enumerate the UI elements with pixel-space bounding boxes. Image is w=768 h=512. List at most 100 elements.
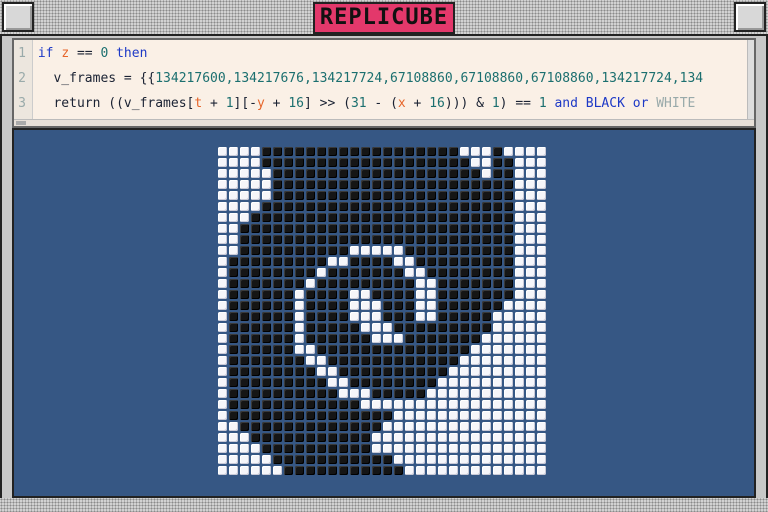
voxel-white <box>295 290 304 299</box>
voxel-grid[interactable] <box>218 147 548 477</box>
voxel-white <box>515 444 524 453</box>
voxel-white <box>372 301 381 310</box>
voxel-black <box>284 213 293 222</box>
voxel-white <box>471 147 480 156</box>
voxel-black <box>361 422 370 431</box>
editor-horizontal-scrollbar[interactable] <box>14 119 754 126</box>
voxel-white <box>218 444 227 453</box>
voxel-black <box>460 224 469 233</box>
voxel-white <box>504 466 513 475</box>
window-left-button[interactable] <box>2 2 34 32</box>
voxel-viewport[interactable] <box>12 128 756 498</box>
code-line[interactable]: 2 v_frames = {{134217600,134217676,13421… <box>14 67 742 91</box>
voxel-white <box>493 389 502 398</box>
voxel-black <box>493 279 502 288</box>
window-right-button[interactable] <box>734 2 766 32</box>
voxel-black <box>394 345 403 354</box>
voxel-black <box>383 224 392 233</box>
code-token: if <box>37 46 62 61</box>
voxel-white <box>515 290 524 299</box>
voxel-black <box>405 213 414 222</box>
voxel-white <box>427 400 436 409</box>
voxel-white <box>350 246 359 255</box>
voxel-white <box>416 466 425 475</box>
voxel-black <box>273 235 282 244</box>
voxel-black <box>339 400 348 409</box>
voxel-black <box>251 290 260 299</box>
voxel-black <box>471 191 480 200</box>
voxel-black <box>416 202 425 211</box>
voxel-black <box>383 158 392 167</box>
voxel-white <box>515 268 524 277</box>
voxel-black <box>328 180 337 189</box>
voxel-white <box>229 180 238 189</box>
voxel-black <box>460 268 469 277</box>
editor-scroll-thumb[interactable] <box>16 121 26 125</box>
code-line[interactable]: 3 return ((v_frames[t + 1][-y + 16] >> (… <box>14 92 742 116</box>
voxel-white <box>537 246 546 255</box>
code-token: ] >> ( <box>303 96 351 111</box>
voxel-black <box>284 147 293 156</box>
voxel-white <box>328 367 337 376</box>
voxel-white <box>482 444 491 453</box>
voxel-white <box>361 246 370 255</box>
voxel-black <box>460 246 469 255</box>
voxel-black <box>251 345 260 354</box>
voxel-black <box>262 213 271 222</box>
voxel-black <box>284 202 293 211</box>
voxel-black <box>306 323 315 332</box>
voxel-black <box>460 213 469 222</box>
voxel-white <box>218 147 227 156</box>
code-line[interactable]: 1 if z == 0 then <box>14 42 742 66</box>
voxel-black <box>284 378 293 387</box>
voxel-white <box>361 290 370 299</box>
voxel-black <box>449 279 458 288</box>
voxel-black <box>273 180 282 189</box>
voxel-black <box>339 345 348 354</box>
voxel-white <box>328 257 337 266</box>
voxel-black <box>405 378 414 387</box>
voxel-white <box>526 334 535 343</box>
voxel-black <box>317 378 326 387</box>
voxel-white <box>405 433 414 442</box>
voxel-black <box>405 169 414 178</box>
voxel-white <box>361 400 370 409</box>
voxel-black <box>284 191 293 200</box>
code-editor[interactable]: 1 if z == 0 then 2 v_frames = {{134217600… <box>12 38 756 128</box>
app-title: REPLICUBE <box>313 2 455 34</box>
voxel-white <box>240 466 249 475</box>
voxel-black <box>262 279 271 288</box>
voxel-black <box>273 290 282 299</box>
voxel-white <box>218 301 227 310</box>
voxel-black <box>438 158 447 167</box>
voxel-black <box>229 301 238 310</box>
voxel-white <box>218 158 227 167</box>
voxel-black <box>339 334 348 343</box>
voxel-black <box>295 224 304 233</box>
voxel-white <box>295 345 304 354</box>
voxel-black <box>306 378 315 387</box>
voxel-black <box>317 411 326 420</box>
voxel-black <box>306 202 315 211</box>
voxel-black <box>273 389 282 398</box>
voxel-black <box>460 169 469 178</box>
voxel-black <box>416 235 425 244</box>
voxel-white <box>229 235 238 244</box>
voxel-black <box>394 367 403 376</box>
voxel-black <box>328 202 337 211</box>
voxel-black <box>427 323 436 332</box>
editor-vertical-scrollbar[interactable] <box>747 40 754 126</box>
voxel-black <box>295 433 304 442</box>
voxel-black <box>504 180 513 189</box>
voxel-white <box>471 356 480 365</box>
voxel-black <box>350 422 359 431</box>
voxel-black <box>240 422 249 431</box>
voxel-white <box>537 323 546 332</box>
voxel-black <box>482 213 491 222</box>
voxel-white <box>449 367 458 376</box>
code-token: ) == <box>499 96 539 111</box>
voxel-black <box>284 400 293 409</box>
voxel-white <box>515 356 524 365</box>
voxel-white <box>482 411 491 420</box>
voxel-black <box>372 378 381 387</box>
